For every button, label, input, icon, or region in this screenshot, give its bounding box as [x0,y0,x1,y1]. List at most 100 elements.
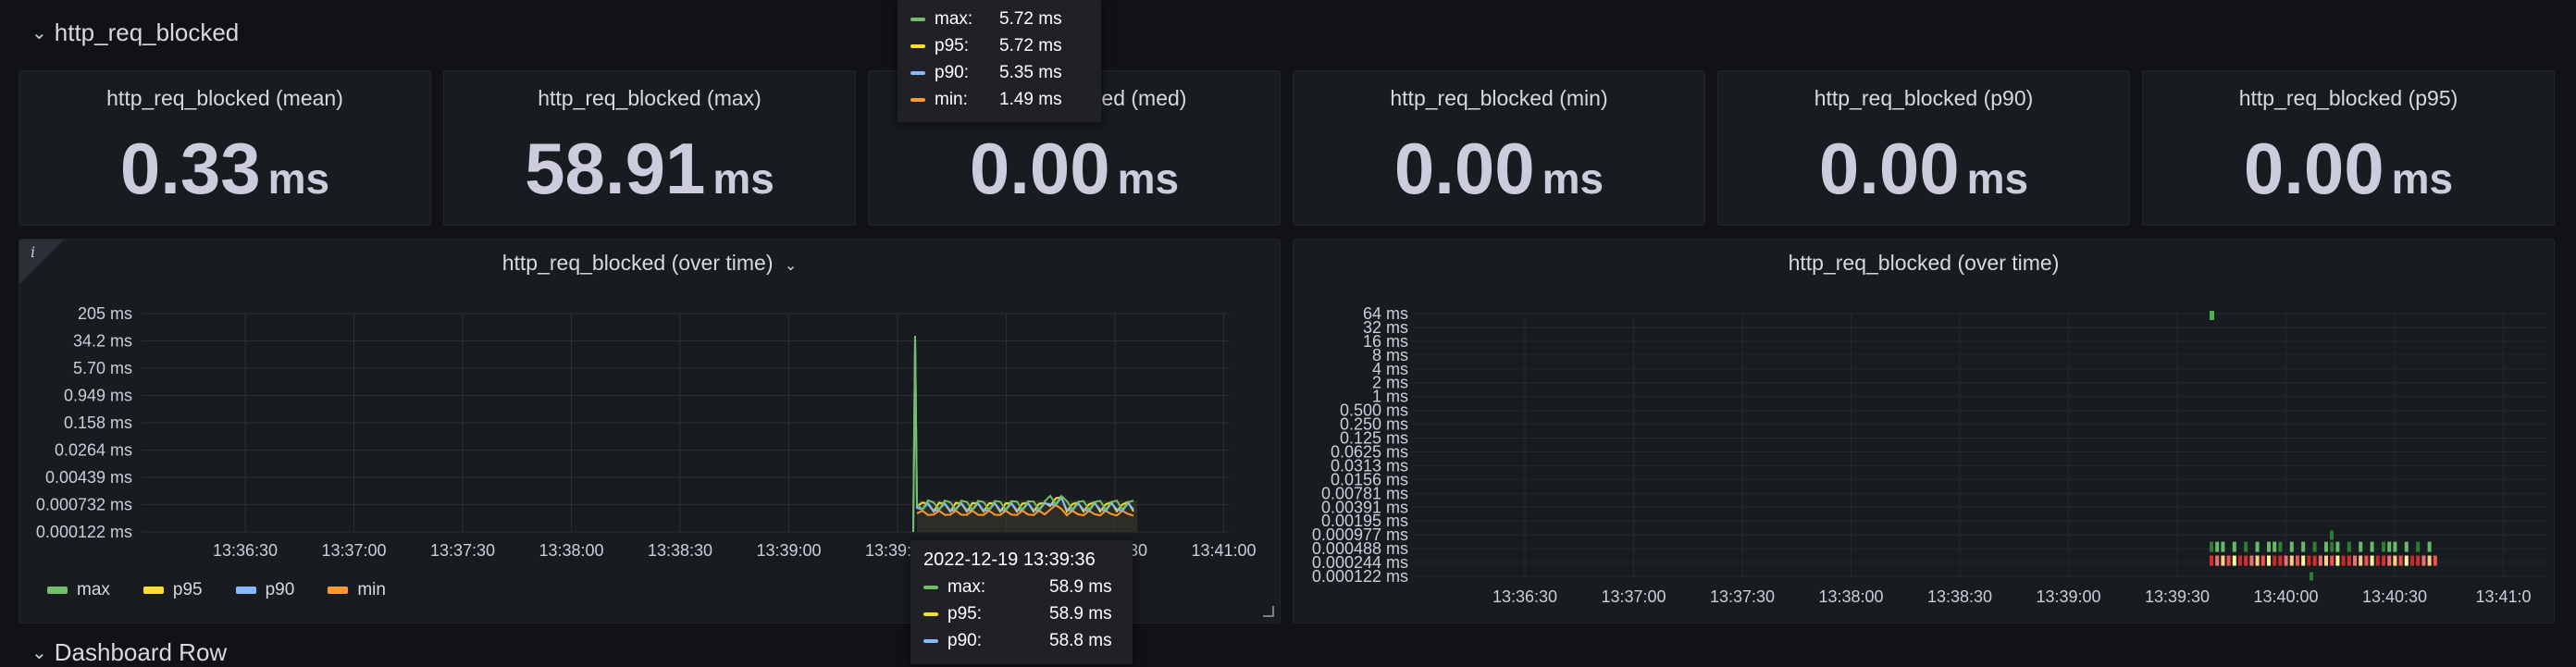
heatmap-cell [2273,541,2277,552]
row-header-dashboard-row[interactable]: ⌄ Dashboard Row [31,638,227,667]
heatmap-cell [2335,555,2340,566]
heatmap-cell [2398,555,2403,566]
chevron-down-icon: ⌄ [31,643,47,663]
stat-title: http_req_blocked (min) [1390,86,1608,110]
heatmap-cell [2410,555,2414,566]
heatmap-cell [2310,572,2313,581]
stat-title: http_req_blocked (p95) [2238,86,2458,110]
legend-item-max[interactable]: max [47,580,110,600]
heatmap-cell [2359,555,2363,566]
heatmap-cell [2370,555,2374,566]
heatmap-cell [2427,555,2432,566]
row-header-http-req-blocked[interactable]: ⌄ http_req_blocked [31,19,239,47]
heatmap-cell [2382,541,2385,552]
tooltip-row: max: 58.9 ms [923,574,1120,600]
heatmap-cell [2226,555,2231,566]
x-tick-label: 13:41:0 [2475,587,2531,606]
y-tick-label: 0.000122 ms [36,523,132,541]
heatmap-cell [2353,555,2357,566]
legend-item-p95[interactable]: p95 [142,580,203,600]
tooltip-row: max: 5.72 ms [910,6,1088,32]
heatmap-cell [2427,541,2432,552]
heatmap-cell [2267,541,2271,552]
heatmap-cell [2382,555,2385,566]
tooltip-row: p90: 58.8 ms [923,627,1120,654]
heatmap-cell [2284,555,2288,566]
x-tick-label: 13:36:30 [213,541,278,560]
heatmap-cell [2393,541,2397,552]
x-tick-label: 13:37:00 [1601,587,1666,606]
x-tick-label: 13:41:00 [1191,541,1256,560]
heatmap-cell [2210,310,2214,320]
heatmap-cell [2359,541,2363,552]
stat-title: http_req_blocked (p90) [1814,86,2034,110]
tooltip-row: p90: 5.35 ms [910,59,1088,86]
heatmap-cell [2210,555,2213,566]
x-tick-label: 13:38:30 [648,541,712,560]
heatmap-cell [2215,555,2220,566]
heatmap-cell [2387,541,2392,552]
stat-value: 0.33 ms [119,128,330,209]
row-title: Dashboard Row [54,638,228,666]
x-tick-label: 13:36:30 [1492,587,1557,606]
heatmap-cell [2221,555,2225,566]
y-tick-label: 34.2 ms [73,332,132,351]
heatmap-cell [2416,555,2421,566]
tooltip-top: max: 5.72 ms p95: 5.72 ms p90: 5.35 ms min:… [898,0,1101,122]
chevron-down-icon: ⌄ [31,23,47,43]
y-tick-label: 0.000122 ms [1312,567,1408,586]
stat-value: 58.91 ms [525,128,774,209]
x-tick-label: 13:38:00 [1818,587,1883,606]
x-tick-label: 13:39:00 [756,541,821,560]
x-tick-label: 13:39:00 [2036,587,2100,606]
heatmap-cell [2404,541,2409,552]
heatmap-cell [2364,555,2369,566]
heatmap-cell [2416,541,2421,552]
y-tick-label: 0.158 ms [64,414,132,432]
heatmap-cell [2324,555,2328,566]
heatmap-cell [2341,555,2346,566]
tooltip-row: p95: 58.9 ms [923,600,1120,627]
stat-panel-p95[interactable]: http_req_blocked (p95) 0.00 ms [2142,70,2555,226]
heatmap-cell [2289,555,2294,566]
y-tick-label: 0.949 ms [64,387,132,405]
heatmap-cell [2289,541,2294,552]
heatmap-cell [2278,555,2283,566]
resize-handle[interactable] [1263,606,1274,617]
stat-title: http_req_blocked (mean) [106,86,343,110]
heatmap-cell [2330,541,2334,552]
x-tick-label: 13:38:00 [539,541,603,560]
stat-panel-p90[interactable]: http_req_blocked (p90) 0.00 ms [1717,70,2130,226]
heatmap-cell [2301,555,2306,566]
stat-panel-mean[interactable]: http_req_blocked (mean) 0.33 ms [19,70,431,226]
heatmap-cell [2335,541,2340,552]
y-tick-label: 0.000732 ms [36,496,132,514]
heatmap-cell [2255,541,2260,552]
heatmap-cell [2370,541,2374,552]
heatmap-cell [2232,541,2236,552]
x-tick-label: 13:37:30 [430,541,495,560]
heatmap-cell [2296,555,2299,566]
heatmap-cell [2301,541,2306,552]
heatmap-cell [2273,555,2277,566]
x-tick-label: 13:38:30 [1927,587,1992,606]
heatmap-cell [2244,555,2248,566]
tooltip-time: 2022-12-19 13:39:36 [923,550,1096,570]
heatmap-cell [2255,555,2260,566]
stat-value: 0.00 ms [2243,128,2454,209]
x-tick-label: 13:40:30 [2362,587,2427,606]
heatmap-cell [2278,541,2283,552]
heatmap-cell [2393,555,2397,566]
stat-panel-min[interactable]: http_req_blocked (min) 0.00 ms [1293,70,1705,226]
legend-item-min[interactable]: min [328,580,386,600]
x-tick-label: 13:39:30 [2145,587,2210,606]
heatmap-panel[interactable]: http_req_blocked (over time) 64 ms 32 ms 1… [1293,239,2555,624]
stat-value: 0.00 ms [969,128,1180,209]
stat-panel-max[interactable]: http_req_blocked (max) 58.91 ms [443,70,856,226]
y-tick-label: 205 ms [78,304,132,323]
legend-item-p90[interactable]: p90 [235,580,294,600]
tooltip-row: min: 1.49 ms [910,86,1088,113]
heatmap-chart[interactable]: 64 ms32 ms16 ms8 ms4 ms2 ms1 ms0.500 ms0… [1294,240,2556,624]
tooltip-bottom: 2022-12-19 13:39:36 max: 58.9 ms p95: 58.9… [910,540,1133,664]
heatmap-cell [2324,541,2328,552]
